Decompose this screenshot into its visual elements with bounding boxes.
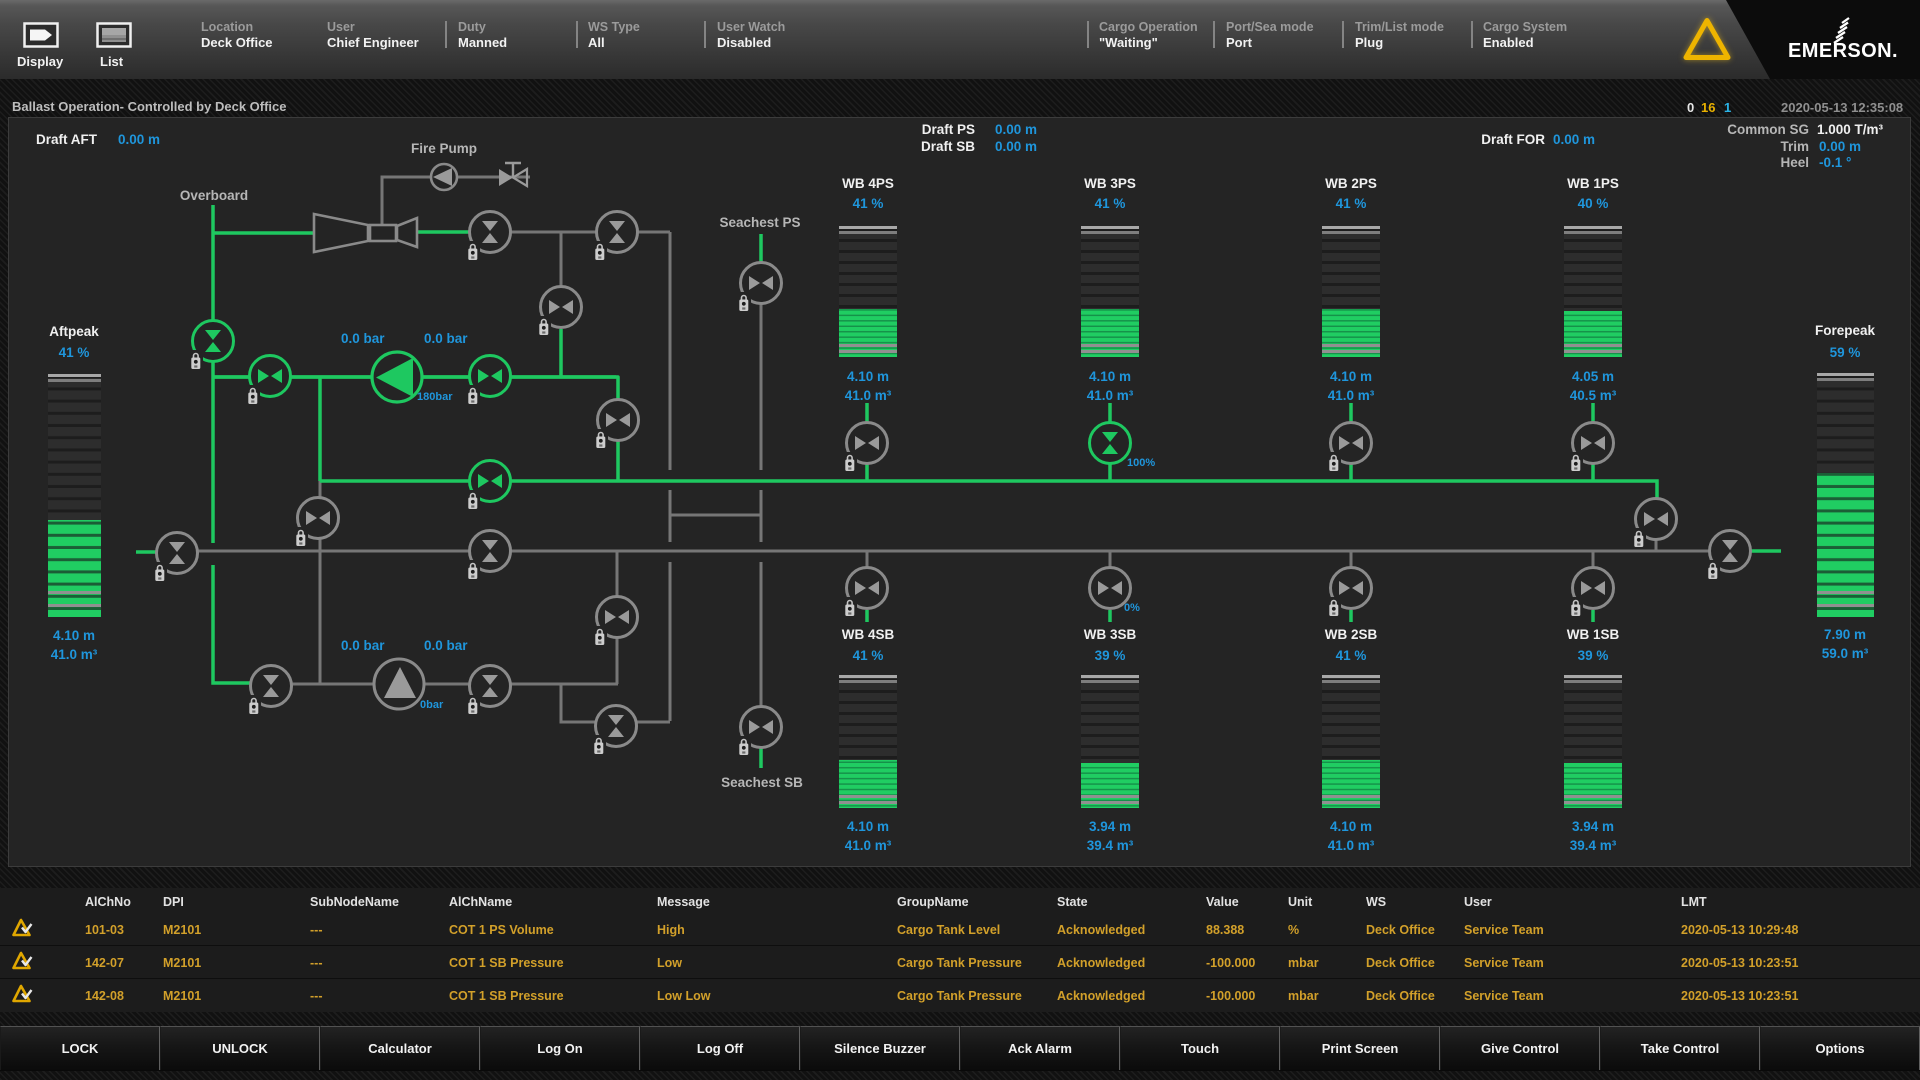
svg-text:Draft SB: Draft SB (921, 139, 975, 154)
svg-text:Heel: Heel (1780, 155, 1809, 170)
svg-text:39 %: 39 % (1095, 648, 1126, 663)
svg-text:180bar: 180bar (417, 391, 453, 403)
svg-text:WB 1PS: WB 1PS (1567, 176, 1619, 191)
svg-text:WB 1SB: WB 1SB (1567, 627, 1620, 642)
svg-text:WB 3PS: WB 3PS (1084, 176, 1136, 191)
svg-text:39.4 m³: 39.4 m³ (1570, 838, 1617, 853)
svg-text:4.10 m: 4.10 m (847, 369, 889, 384)
svg-text:0.00 m: 0.00 m (995, 122, 1037, 137)
svg-text:41 %: 41 % (1336, 196, 1367, 211)
svg-text:Draft PS: Draft PS (922, 122, 975, 137)
svg-text:4.10 m: 4.10 m (847, 819, 889, 834)
svg-text:41.0 m³: 41.0 m³ (1087, 388, 1134, 403)
svg-text:59.0 m³: 59.0 m³ (1822, 646, 1869, 661)
svg-text:41 %: 41 % (1095, 196, 1126, 211)
svg-text:4.10 m: 4.10 m (53, 628, 95, 643)
svg-text:0.0 bar: 0.0 bar (341, 638, 385, 653)
svg-text:41.0 m³: 41.0 m³ (51, 647, 98, 662)
svg-text:3.94 m: 3.94 m (1089, 819, 1131, 834)
svg-text:100%: 100% (1127, 457, 1155, 469)
svg-text:0.00 m: 0.00 m (995, 139, 1037, 154)
svg-text:4.10 m: 4.10 m (1330, 369, 1372, 384)
svg-text:4.10 m: 4.10 m (1330, 819, 1372, 834)
svg-text:0.0 bar: 0.0 bar (424, 638, 468, 653)
svg-text:WB 2PS: WB 2PS (1325, 176, 1377, 191)
svg-text:Overboard: Overboard (180, 188, 248, 203)
svg-text:41.0 m³: 41.0 m³ (1328, 838, 1375, 853)
svg-text:Common SG: Common SG (1727, 122, 1809, 137)
svg-text:WB 3SB: WB 3SB (1084, 627, 1137, 642)
svg-text:41 %: 41 % (1336, 648, 1367, 663)
svg-text:7.90 m: 7.90 m (1824, 627, 1866, 642)
svg-text:39 %: 39 % (1578, 648, 1609, 663)
svg-text:40.5 m³: 40.5 m³ (1570, 388, 1617, 403)
svg-text:Seachest SB: Seachest SB (721, 775, 803, 790)
svg-text:0bar: 0bar (420, 699, 444, 711)
svg-text:Draft FOR: Draft FOR (1481, 132, 1545, 147)
svg-text:40 %: 40 % (1578, 196, 1609, 211)
svg-text:3.94 m: 3.94 m (1572, 819, 1614, 834)
svg-text:39.4 m³: 39.4 m³ (1087, 838, 1134, 853)
svg-text:0%: 0% (1124, 602, 1140, 614)
svg-text:0.00 m: 0.00 m (118, 132, 160, 147)
svg-text:-0.1 °: -0.1 ° (1819, 155, 1851, 170)
svg-text:Seachest PS: Seachest PS (719, 215, 800, 230)
svg-text:4.05 m: 4.05 m (1572, 369, 1614, 384)
svg-text:0.0 bar: 0.0 bar (424, 331, 468, 346)
svg-text:41 %: 41 % (59, 345, 90, 360)
svg-text:41 %: 41 % (853, 196, 884, 211)
svg-text:4.10 m: 4.10 m (1089, 369, 1131, 384)
svg-text:0.00 m: 0.00 m (1553, 132, 1595, 147)
svg-text:1.000 T/m³: 1.000 T/m³ (1817, 122, 1884, 137)
svg-text:Draft AFT: Draft AFT (36, 132, 98, 147)
svg-text:Forepeak: Forepeak (1815, 323, 1876, 338)
svg-text:Aftpeak: Aftpeak (49, 324, 99, 339)
svg-text:0.0 bar: 0.0 bar (341, 331, 385, 346)
svg-text:WB 4PS: WB 4PS (842, 176, 894, 191)
svg-text:41.0 m³: 41.0 m³ (845, 388, 892, 403)
svg-text:41 %: 41 % (853, 648, 884, 663)
svg-text:0.00 m: 0.00 m (1819, 139, 1861, 154)
svg-text:WB 4SB: WB 4SB (842, 627, 895, 642)
svg-text:WB 2SB: WB 2SB (1325, 627, 1378, 642)
svg-text:41.0 m³: 41.0 m³ (845, 838, 892, 853)
svg-text:EMERSON.: EMERSON. (1788, 40, 1898, 62)
svg-text:Trim: Trim (1780, 139, 1809, 154)
svg-text:41.0 m³: 41.0 m³ (1328, 388, 1375, 403)
svg-text:Fire Pump: Fire Pump (411, 141, 477, 156)
svg-text:59 %: 59 % (1830, 345, 1861, 360)
